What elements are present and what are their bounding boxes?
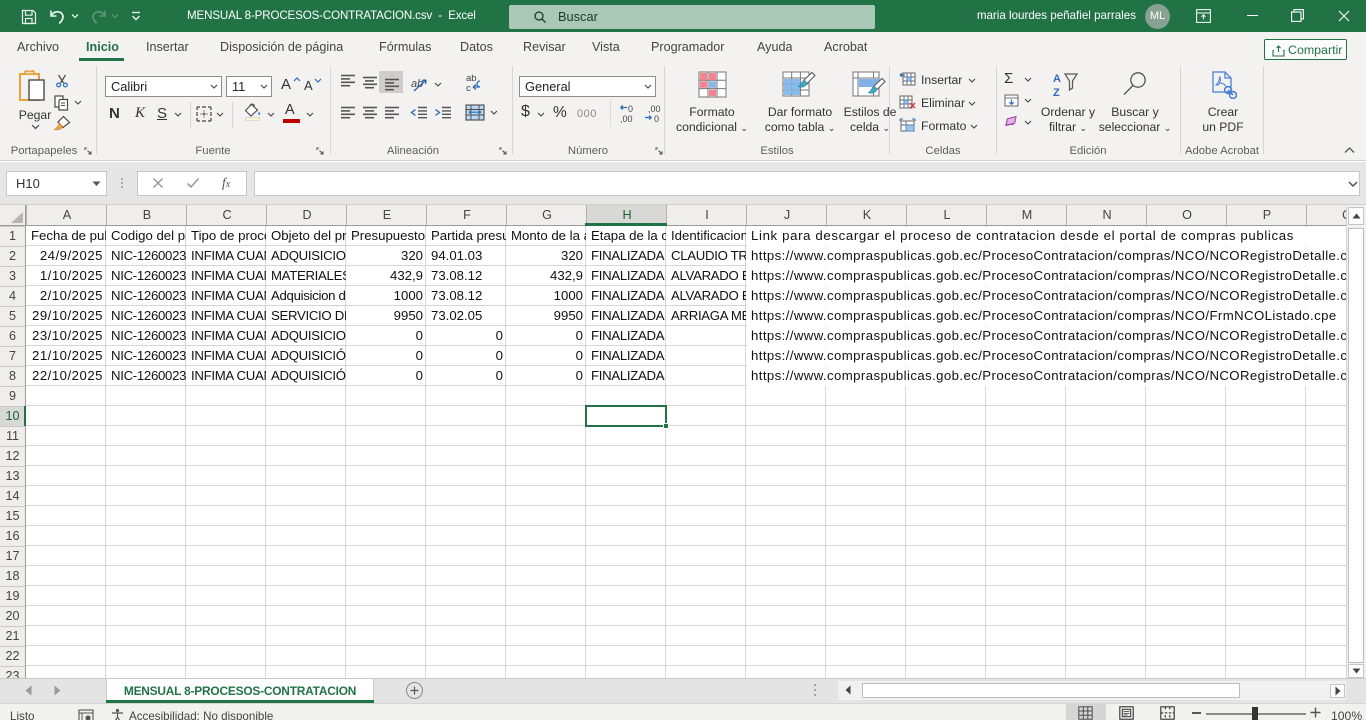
svg-text:c: c <box>466 83 471 92</box>
svg-text:A: A <box>1053 73 1061 85</box>
svg-text:0: 0 <box>628 104 633 114</box>
svg-text:,00: ,00 <box>620 114 633 123</box>
svg-text:Z: Z <box>1053 87 1060 99</box>
